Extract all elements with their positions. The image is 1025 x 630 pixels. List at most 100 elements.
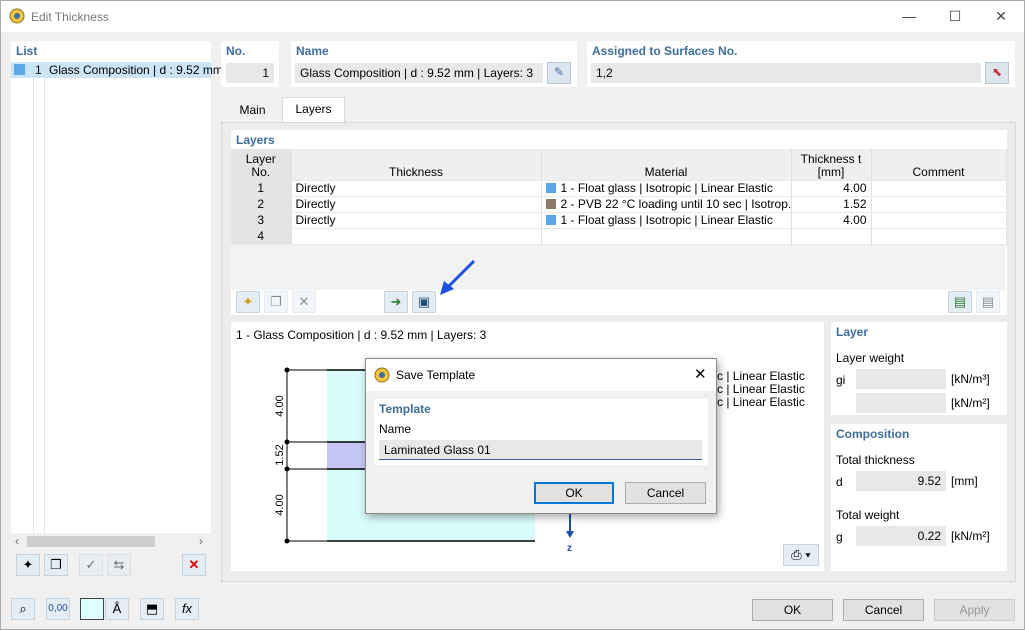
dialog-cancel-button[interactable]: Cancel [625, 482, 706, 504]
cancel-button[interactable]: Cancel [843, 599, 924, 621]
total-thickness-field: 9.52 [856, 471, 946, 491]
list-panel: List 1 Glass Composition | d : 9.52 mm ‹… [11, 41, 223, 550]
copy-item-button[interactable]: ❐ [44, 554, 68, 576]
dialog-ok-button[interactable]: OK [534, 482, 614, 504]
cell-t[interactable]: 4.00 [791, 212, 872, 229]
cell-material[interactable]: 1 - Float glass | Isotropic | Linear Ela… [541, 212, 792, 229]
gi-label: gi [836, 373, 846, 387]
import-button[interactable]: ▤ [976, 291, 1000, 313]
cell-t[interactable] [791, 228, 872, 245]
dialog-title-bar: Save Template ✕ [366, 359, 716, 391]
scroll-left-icon[interactable]: ‹ [15, 534, 19, 548]
dialog-title: Save Template [396, 368, 476, 382]
formula-button[interactable]: fx [175, 598, 199, 620]
name-field[interactable]: Glass Composition | d : 9.52 mm | Layers… [295, 63, 543, 83]
app-icon [9, 8, 25, 24]
uncheck-button[interactable]: ⇆ [107, 554, 131, 576]
table-row[interactable]: 2 Directly 2 - PVB 22 °C loading until 1… [231, 196, 1007, 213]
dim-tick [284, 466, 290, 472]
template-name-label: Name [379, 422, 412, 436]
printer-icon: ⎙ ▾ [791, 547, 811, 562]
total-thickness-label: Total thickness [836, 453, 915, 467]
table-row[interactable]: 1 Directly 1 - Float glass | Isotropic |… [231, 180, 1007, 197]
cell-t[interactable]: 1.52 [791, 196, 872, 213]
insert-layer-button[interactable]: ✦ [236, 291, 260, 313]
minimize-button[interactable]: — [886, 1, 932, 32]
units-button[interactable]: Å [105, 598, 129, 620]
cell-thickness[interactable]: Directly [291, 196, 542, 213]
close-icon: ✕ [995, 8, 1007, 24]
cell-thickness[interactable] [291, 228, 542, 245]
layer-info-title: Layer [836, 325, 869, 339]
scroll-right-icon[interactable]: › [199, 534, 203, 548]
search-icon: ⌕ [19, 601, 27, 616]
scrollbar-thumb[interactable] [27, 536, 155, 547]
dim-label: 4.00 [274, 395, 286, 416]
search-tool-button[interactable]: ⌕ [11, 598, 35, 620]
view-button[interactable]: ⬒ [140, 598, 164, 620]
color-button[interactable] [80, 598, 104, 620]
delete-button[interactable]: ✕ [182, 554, 206, 576]
edit-name-button[interactable]: ✎ [547, 62, 571, 84]
cell-thickness[interactable]: Directly [291, 212, 542, 229]
area-unit: [kN/m²] [951, 396, 990, 410]
cell-material[interactable] [541, 228, 792, 245]
tab-main[interactable]: Main [223, 99, 282, 123]
cell-comment[interactable] [871, 180, 1007, 197]
column-header-thickness-t: Thickness t [mm] [791, 149, 872, 181]
template-section-title: Template [379, 402, 431, 416]
delete-icon: ✕ [188, 557, 200, 572]
number-field[interactable]: 1 [226, 63, 274, 83]
assigned-surfaces-field[interactable]: 1,2 [591, 63, 981, 83]
new-icon: ✦ [22, 557, 34, 572]
export-button[interactable]: ▤ [948, 291, 972, 313]
table-row[interactable]: 4 [231, 228, 1007, 245]
ok-button[interactable]: OK [752, 599, 833, 621]
list-item[interactable]: 1 Glass Composition | d : 9.52 mm [11, 62, 223, 78]
cell-comment[interactable] [871, 196, 1007, 213]
print-button[interactable]: ⎙ ▾ [783, 544, 819, 566]
number-format-icon: 0,00 [48, 603, 68, 614]
material-label: 1 - Float glass | Isotropic | Linear Ela… [560, 181, 773, 195]
assigned-panel: Assigned to Surfaces No. 1,2 ⬉ [587, 41, 1015, 87]
template-name-input[interactable]: Laminated Glass 01 [379, 440, 702, 460]
import-icon: ▤ [981, 294, 995, 309]
d-label: d [836, 475, 843, 489]
cell-layer-no: 3 [231, 212, 292, 229]
dialog-close-icon[interactable]: ✕ [694, 365, 707, 383]
pick-surfaces-button[interactable]: ⬉ [985, 62, 1009, 84]
cell-material[interactable]: 2 - PVB 22 °C loading until 10 sec | Iso… [541, 196, 792, 213]
column-header-comment: Comment [871, 149, 1007, 181]
tab-layers[interactable]: Layers [282, 97, 345, 124]
layer-weight-gi-field[interactable] [856, 369, 946, 389]
cell-thickness[interactable]: Directly [291, 180, 542, 197]
material-color-icon [545, 199, 556, 209]
cell-layer-no: 4 [231, 228, 292, 245]
table-row[interactable]: 3 Directly 1 - Float glass | Isotropic |… [231, 212, 1007, 229]
close-button[interactable]: ✕ [978, 1, 1024, 32]
layer-weight-area-field[interactable] [856, 393, 946, 413]
cell-layer-no: 1 [231, 180, 292, 197]
load-template-button[interactable]: ➜ [384, 291, 408, 313]
cell-comment[interactable] [871, 212, 1007, 229]
material-legend: c | Linear Elastic c | Linear Elastic c … [717, 370, 805, 409]
new-item-button[interactable]: ✦ [16, 554, 40, 576]
save-template-button[interactable]: ▣ [412, 291, 436, 313]
insert-row-icon: ✦ [242, 294, 254, 309]
cell-comment[interactable] [871, 228, 1007, 245]
cell-material[interactable]: 1 - Float glass | Isotropic | Linear Ela… [541, 180, 792, 197]
material-color-icon [545, 215, 556, 225]
horizontal-scrollbar[interactable]: ‹ › [11, 533, 211, 550]
gi-unit: [kN/m³] [951, 372, 990, 386]
apply-button[interactable]: Apply [934, 599, 1015, 621]
save-template-dialog: Save Template ✕ Template Name Laminated … [365, 358, 717, 514]
maximize-button[interactable]: ☐ [932, 1, 978, 32]
cell-t[interactable]: 4.00 [791, 180, 872, 197]
copy-layer-button[interactable]: ❐ [264, 291, 288, 313]
list-header: List [16, 44, 38, 58]
units-icon: Å [112, 601, 122, 616]
numeric-format-button[interactable]: 0,00 [46, 598, 70, 620]
check-all-button[interactable]: ✓ [79, 554, 103, 576]
material-label: 2 - PVB 22 °C loading until 10 sec | Iso… [560, 197, 791, 211]
delete-layer-button[interactable]: ✕ [292, 291, 316, 313]
